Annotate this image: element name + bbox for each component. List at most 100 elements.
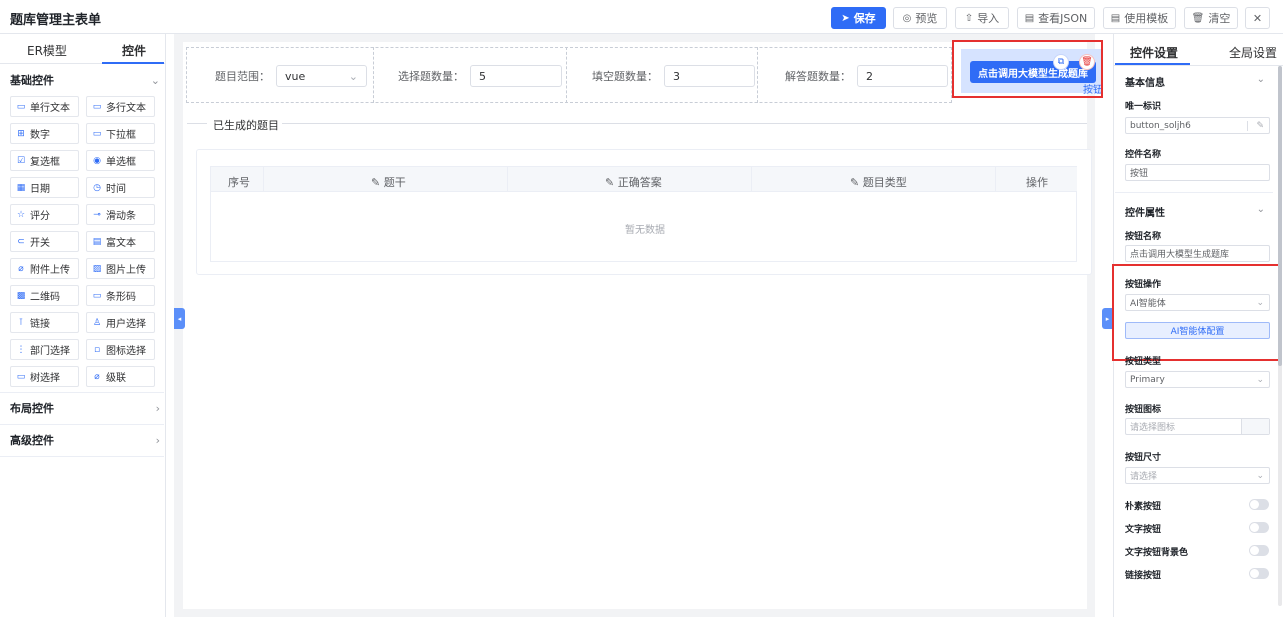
component-label: 链接 [30, 319, 50, 330]
use-template-button[interactable]: ▤ 使用模板 [1103, 7, 1176, 29]
unique-id-input[interactable]: button_soljh6 ✎ [1125, 117, 1270, 134]
edit-icon[interactable]: ✎ [1247, 120, 1264, 131]
chevron-down-icon: ⌄ [1256, 74, 1265, 85]
component-label: 树选择 [30, 373, 60, 384]
component-label: 单选框 [106, 157, 136, 168]
chevron-down-icon: ⌄ [150, 73, 160, 87]
send-icon: ➤ [841, 12, 850, 24]
component-item[interactable]: ⊺ 链接 [10, 312, 79, 333]
icon-picker-button[interactable] [1241, 419, 1269, 434]
answer-count-input[interactable]: 2 [857, 65, 948, 87]
component-item[interactable]: ▩ 二维码 [10, 285, 79, 306]
component-item[interactable]: ▭ 下拉框 [86, 123, 155, 144]
link-button-switch[interactable] [1249, 568, 1269, 579]
column-header-stem: ✎ 题干 [371, 176, 406, 189]
component-item[interactable]: ▤ 富文本 [86, 231, 155, 252]
component-label: 多行文本 [106, 103, 146, 114]
component-icon: ▤ [92, 236, 102, 247]
edit-icon: ✎ [850, 176, 863, 189]
tab-control-settings[interactable]: 控件设置 [1130, 44, 1178, 61]
control-name-input[interactable]: 按钮 [1125, 164, 1270, 181]
preview-button[interactable]: ◎ 预览 [893, 7, 947, 29]
component-item[interactable]: ▨ 图片上传 [86, 258, 155, 279]
component-icon: ⊺ [18, 317, 24, 328]
component-item[interactable]: ◉ 单选框 [86, 150, 155, 171]
tab-controls[interactable]: 控件 [122, 42, 146, 59]
divider [0, 392, 164, 393]
component-item[interactable]: ☆ 评分 [10, 204, 79, 225]
component-item[interactable]: ⋮ 部门选择 [10, 339, 79, 360]
chevron-right-icon: › [155, 433, 160, 447]
component-item[interactable]: ▭ 树选择 [10, 366, 79, 387]
component-label: 部门选择 [30, 346, 70, 357]
tab-er-model[interactable]: ER模型 [27, 42, 67, 59]
component-item[interactable]: ⊂ 开关 [10, 231, 79, 252]
button-icon-input[interactable]: 请选择图标 [1125, 418, 1270, 435]
template-icon: ▤ [1110, 12, 1121, 24]
field-topic-range: 题目范围： vue ⌄ [215, 65, 367, 87]
topic-range-select[interactable]: vue ⌄ [276, 65, 367, 87]
component-label: 图标选择 [106, 346, 146, 357]
active-tab-indicator [1115, 63, 1190, 65]
component-label: 富文本 [106, 238, 136, 249]
component-item[interactable]: ⊸ 滑动条 [86, 204, 155, 225]
section-control-props[interactable]: 控件属性 ⌄ [1125, 204, 1265, 219]
save-button[interactable]: ➤ 保存 [831, 7, 886, 29]
component-item[interactable]: ▫ 图标选择 [86, 339, 155, 360]
tabs-baseline [1113, 65, 1283, 66]
component-item[interactable]: ⊞ 数字 [10, 123, 79, 144]
column-divider [373, 47, 374, 103]
section-basic-info[interactable]: 基本信息 ⌄ [1125, 74, 1265, 89]
component-label: 下拉框 [106, 130, 136, 141]
tab-global-settings[interactable]: 全局设置 [1229, 44, 1277, 61]
column-header-answer: ✎ 正确答案 [605, 176, 662, 189]
field-fill-count: 填空题数量： 3 [592, 65, 755, 87]
component-item[interactable]: ◷ 时间 [86, 177, 155, 198]
column-divider [757, 47, 758, 103]
section-layout-controls[interactable]: 布局控件 › [10, 398, 160, 418]
component-icon: ♙ [92, 317, 102, 328]
import-button[interactable]: ⇧ 导入 [955, 7, 1009, 29]
component-item[interactable]: ⌀ 级联 [86, 366, 155, 387]
component-item[interactable]: ⌀ 附件上传 [10, 258, 79, 279]
view-json-button[interactable]: ▤ 查看JSON [1017, 7, 1095, 29]
form-title: 题库管理主表单 [10, 13, 102, 28]
fill-count-input[interactable]: 3 [664, 65, 755, 87]
component-label: 评分 [30, 211, 50, 222]
component-item[interactable]: ▭ 多行文本 [86, 96, 155, 117]
column-separator [507, 167, 508, 192]
column-header-index: 序号 [228, 176, 250, 189]
close-button[interactable]: ✕ [1245, 7, 1270, 29]
divider [0, 456, 164, 457]
component-label: 复选框 [30, 157, 60, 168]
unique-id-label: 唯一标识 [1125, 102, 1162, 112]
button-name-input[interactable]: 点击调用大模型生成题库 [1125, 245, 1270, 262]
button-type-select[interactable]: Primary ⌄ [1125, 371, 1270, 388]
component-item[interactable]: ▭ 单行文本 [10, 96, 79, 117]
scrollbar-thumb[interactable] [1278, 66, 1282, 366]
component-label: 滑动条 [106, 211, 136, 222]
component-item[interactable]: ♙ 用户选择 [86, 312, 155, 333]
collapse-left-button[interactable]: ◂ [174, 308, 185, 329]
component-icon: ▨ [92, 263, 102, 274]
text-button-bg-switch[interactable] [1249, 545, 1269, 556]
chevron-right-icon: › [155, 401, 160, 415]
divider [282, 123, 1087, 124]
component-label: 二维码 [30, 292, 60, 303]
section-basic-controls[interactable]: 基础控件 ⌄ [10, 70, 160, 90]
text-button-label: 文字按钮 [1125, 525, 1162, 535]
choice-count-input[interactable]: 5 [470, 65, 562, 87]
plain-button-label: 朴素按钮 [1125, 502, 1162, 512]
component-item[interactable]: ▦ 日期 [10, 177, 79, 198]
plain-button-switch[interactable] [1249, 499, 1269, 510]
component-item[interactable]: ▭ 条形码 [86, 285, 155, 306]
component-item[interactable]: ☑ 复选框 [10, 150, 79, 171]
button-size-select[interactable]: 请选择 ⌄ [1125, 467, 1270, 484]
component-icon: ▭ [16, 101, 26, 112]
clear-button[interactable]: 🗑 清空 [1184, 7, 1238, 29]
component-label: 时间 [106, 184, 126, 195]
text-button-switch[interactable] [1249, 522, 1269, 533]
component-icon: ▭ [92, 290, 102, 301]
component-icon: ▫ [93, 344, 101, 355]
section-advanced-controls[interactable]: 高级控件 › [10, 430, 160, 450]
